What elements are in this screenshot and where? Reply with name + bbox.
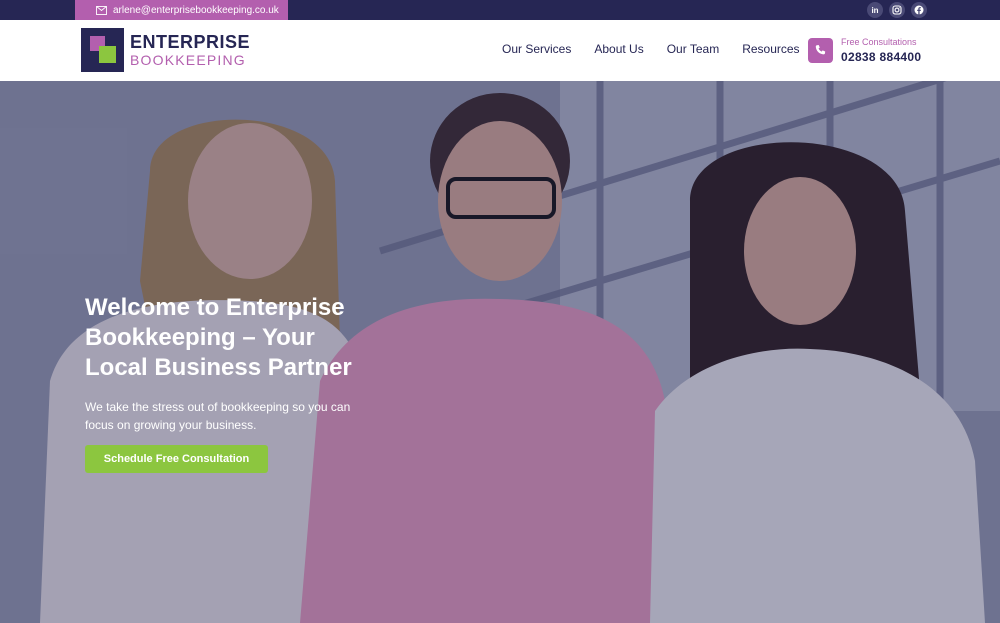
phone-contact[interactable]: Free Consultations 02838 884400: [841, 37, 921, 64]
hero-section: Welcome to Enterprise Bookkeeping – Your…: [0, 81, 1000, 623]
logo-line1: ENTERPRISE: [130, 32, 251, 52]
site-header: ENTERPRISE BOOKKEEPING Our Services Abou…: [0, 20, 1000, 81]
nav-our-team[interactable]: Our Team: [667, 42, 719, 56]
instagram-icon[interactable]: [889, 2, 905, 18]
top-bar: arlene@enterprisebookkeeping.co.uk in: [0, 0, 1000, 20]
hero-subtitle: We take the stress out of bookkeeping so…: [85, 400, 351, 432]
facebook-icon[interactable]: [911, 2, 927, 18]
email-text: arlene@enterprisebookkeeping.co.uk: [113, 4, 279, 16]
hero-title: Welcome to Enterprise Bookkeeping – Your…: [85, 294, 352, 381]
schedule-consultation-button[interactable]: Schedule Free Consultation: [85, 445, 268, 473]
nav-our-services[interactable]: Our Services: [502, 42, 571, 56]
phone-number[interactable]: 02838 884400: [841, 51, 921, 63]
logo[interactable]: ENTERPRISE BOOKKEEPING: [81, 28, 250, 72]
phone-icon[interactable]: [808, 38, 833, 63]
email-link[interactable]: arlene@enterprisebookkeeping.co.uk: [75, 0, 288, 20]
social-links: in: [867, 2, 927, 18]
logo-line2: BOOKKEEPING: [130, 52, 246, 68]
logo-mark-icon: [81, 28, 124, 72]
nav-about-us[interactable]: About Us: [594, 42, 643, 56]
mail-icon: [96, 5, 107, 15]
nav-resources[interactable]: Resources: [742, 42, 799, 56]
logo-text: ENTERPRISE BOOKKEEPING: [130, 33, 250, 67]
phone-label: Free Consultations: [841, 37, 917, 47]
main-nav: Our Services About Us Our Team Resources: [502, 42, 800, 56]
linkedin-icon[interactable]: in: [867, 2, 883, 18]
